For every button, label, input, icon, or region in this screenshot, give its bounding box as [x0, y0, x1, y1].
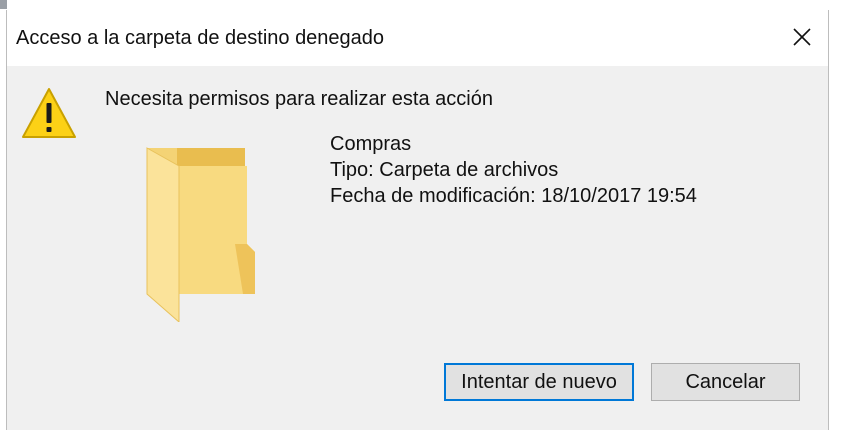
- close-button[interactable]: [776, 10, 828, 66]
- dialog-title: Acceso a la carpeta de destino denegado: [16, 27, 385, 49]
- retry-button[interactable]: Intentar de nuevo: [444, 363, 634, 401]
- dialog-titlebar: Acceso a la carpeta de destino denegado: [7, 10, 828, 66]
- close-icon: [793, 28, 811, 46]
- folder-icon: [146, 147, 255, 322]
- permission-message: Necesita permisos para realizar esta acc…: [105, 88, 493, 110]
- item-details: Compras Tipo: Carpeta de archivos Fecha …: [330, 131, 697, 209]
- item-modified-date: Fecha de modificación: 18/10/2017 19:54: [330, 185, 697, 207]
- item-name: Compras: [330, 133, 412, 155]
- access-denied-dialog: Acceso a la carpeta de destino denegado …: [6, 10, 829, 430]
- warning-icon: [22, 88, 76, 138]
- item-type: Tipo: Carpeta de archivos: [330, 159, 559, 181]
- background-window-edge: [0, 0, 7, 9]
- cancel-button[interactable]: Cancelar: [651, 363, 800, 401]
